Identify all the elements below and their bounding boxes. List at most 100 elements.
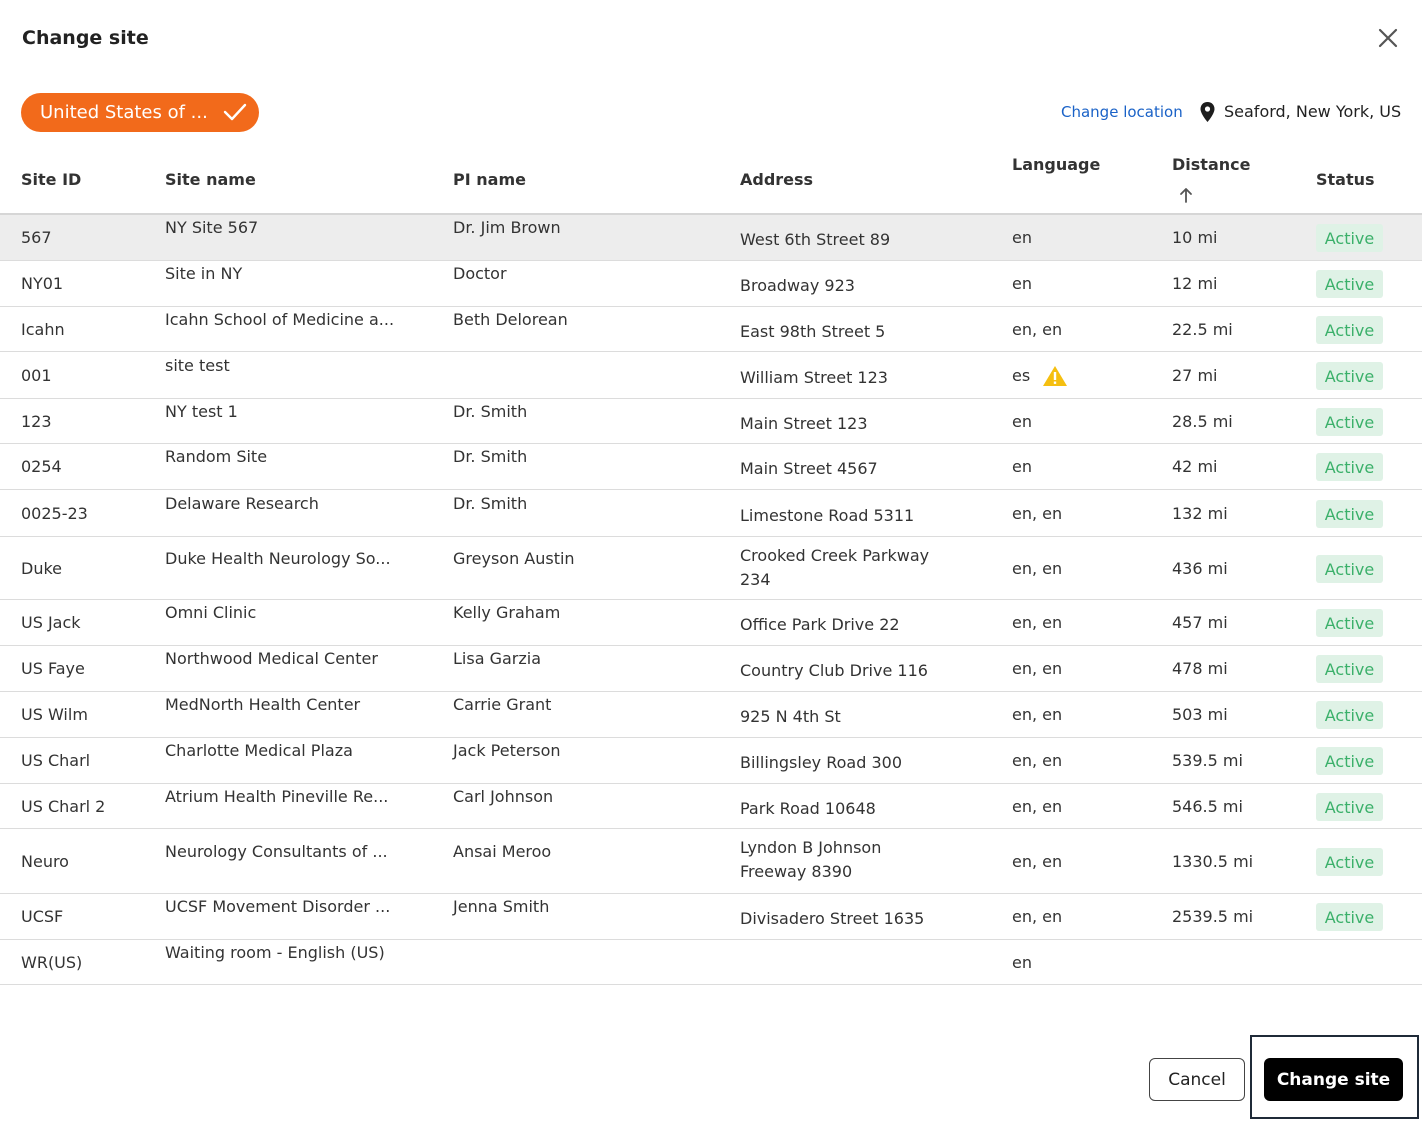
status-badge: Active [1316,453,1383,481]
cell-language: en [1012,457,1032,476]
cell-pi-name: Ansai Meroo [453,842,552,861]
status-badge: Active [1316,408,1383,436]
cell-site-name: Charlotte Medical Plaza [165,741,353,760]
cell-distance: 12 mi [1172,274,1218,293]
cell-language: en, en [1012,613,1063,632]
cell-address: William Street 123 [740,368,888,387]
cell-address: Divisadero Street 1635 [740,909,925,928]
column-header-distance[interactable]: Distance [1172,155,1250,174]
table-row[interactable]: US Charl 2 Atrium Health Pineville Re... C… [0,784,1422,829]
cell-site-name: Waiting room - English (US) [165,943,385,962]
table-row[interactable]: US Charl Charlotte Medical Plaza Jack Pete… [0,738,1422,784]
cell-site-name: Atrium Health Pineville Re... [165,787,389,806]
cell-distance: 28.5 mi [1172,412,1233,431]
country-filter-label: United States of ... [40,102,208,123]
column-header-pi-name[interactable]: PI name [453,170,526,189]
table-row[interactable]: 123 NY test 1 Dr. Smith Main Street 123 en 28… [0,399,1422,444]
status-badge: Active [1316,655,1383,683]
cell-site-id: US Faye [21,659,85,678]
table-row[interactable]: 0025-23 Delaware Research Dr. Smith Limesto… [0,490,1422,537]
column-header-status[interactable]: Status [1316,170,1375,189]
cell-site-name: UCSF Movement Disorder ... [165,897,391,916]
cell-pi-name: Dr. Jim Brown [453,218,561,237]
status-badge: Active [1316,270,1383,298]
table-row[interactable]: Duke Duke Health Neurology So... Greyson A… [0,537,1422,600]
column-header-language[interactable]: Language [1012,155,1100,174]
cell-pi-name: Carl Johnson [453,787,554,806]
table-row[interactable]: 567 NY Site 567 Dr. Jim Brown West 6th Stre… [0,215,1422,261]
cell-language: en [1012,953,1032,972]
cell-site-id: US Charl 2 [21,797,106,816]
table-row[interactable]: US Jack Omni Clinic Kelly Graham Office Par… [0,600,1422,646]
table-row[interactable]: 0254 Random Site Dr. Smith Main Street 4567… [0,444,1422,490]
cell-address: Crooked Creek Parkway 234 [740,546,930,589]
cell-distance: 1330.5 mi [1172,852,1254,871]
table-row[interactable]: WR(US) Waiting room - English (US) en [0,940,1422,985]
status-badge: Active [1316,500,1383,528]
cell-site-id: 0254 [21,457,62,476]
cell-address: Limestone Road 5311 [740,506,915,525]
status-badge: Active [1316,747,1383,775]
cell-address: Billingsley Road 300 [740,753,903,772]
cell-site-name: Northwood Medical Center [165,649,378,668]
cancel-button[interactable]: Cancel [1149,1058,1245,1101]
cell-site-id: 123 [21,412,52,431]
cell-pi-name: Dr. Smith [453,494,528,513]
table-row[interactable]: NY01 Site in NY Doctor Broadway 923 en 12 mi A… [0,261,1422,307]
close-icon [1378,28,1398,48]
cell-pi-name: Kelly Graham [453,603,561,622]
table-row[interactable]: 001 site test William Street 123 es 27 mi Act… [0,352,1422,399]
cell-language: en, en [1012,705,1063,724]
column-header-site-id[interactable]: Site ID [21,170,81,189]
cell-site-id: Duke [21,559,62,578]
cell-site-id: US Wilm [21,705,88,724]
cell-language: en, en [1012,504,1063,523]
column-header-address[interactable]: Address [740,170,813,189]
country-filter-chip[interactable]: United States of ... [21,93,259,132]
cell-language: en, en [1012,659,1063,678]
cell-site-id: 567 [21,228,52,247]
table-row[interactable]: Icahn Icahn School of Medicine a... Beth D… [0,307,1422,352]
cell-distance: 27 mi [1172,366,1218,385]
status-badge: Active [1316,224,1383,252]
cell-address: Main Street 123 [740,414,868,433]
cell-site-name: Random Site [165,447,268,466]
dialog-title: Change site [22,27,149,49]
cell-language: es [1012,366,1031,385]
cell-site-id: US Jack [21,613,81,632]
change-site-button[interactable]: Change site [1264,1058,1403,1101]
cell-site-name: NY test 1 [165,402,238,421]
status-badge: Active [1316,316,1383,344]
change-location-link[interactable]: Change location [1061,103,1183,121]
cell-language: en, en [1012,320,1063,339]
status-badge: Active [1316,848,1383,876]
cell-distance: 546.5 mi [1172,797,1243,816]
cell-address: Country Club Drive 116 [740,661,928,680]
check-icon [223,103,247,121]
table-row[interactable]: Neuro Neurology Consultants of ... Ansai M… [0,829,1422,894]
cell-address: East 98th Street 5 [740,322,886,341]
cell-distance: 457 mi [1172,613,1228,632]
close-button[interactable] [1375,25,1401,51]
table-row[interactable]: UCSF UCSF Movement Disorder ... Jenna Smit… [0,894,1422,940]
column-header-site-name[interactable]: Site name [165,170,256,189]
cell-distance: 503 mi [1172,705,1228,724]
cell-language: en, en [1012,797,1063,816]
cell-distance: 436 mi [1172,559,1228,578]
table-row[interactable]: US Wilm MedNorth Health Center Carrie Gran… [0,692,1422,738]
cell-language: en [1012,228,1032,247]
sort-ascending-icon[interactable] [1178,186,1194,204]
cell-site-name: Duke Health Neurology So... [165,549,391,568]
cell-site-id: 001 [21,366,52,385]
cell-pi-name: Beth Delorean [453,310,568,329]
cell-pi-name: Dr. Smith [453,447,528,466]
cell-site-name: Omni Clinic [165,603,257,622]
cell-pi-name: Lisa Garzia [453,649,542,668]
warning-icon [1043,366,1067,386]
cell-distance: 478 mi [1172,659,1228,678]
cell-distance: 132 mi [1172,504,1228,523]
cell-distance: 42 mi [1172,457,1218,476]
cell-pi-name: Jack Peterson [453,741,561,760]
table-row[interactable]: US Faye Northwood Medical Center Lisa Garz… [0,646,1422,692]
cell-site-id: UCSF [21,907,64,926]
